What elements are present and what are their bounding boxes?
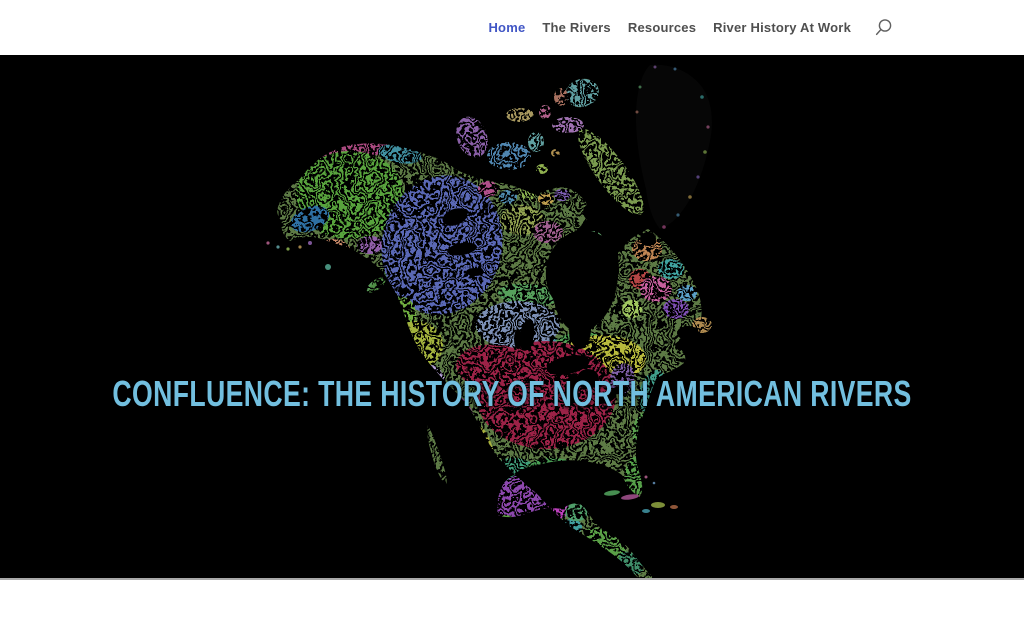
hero-title: CONFLUENCE: THE HISTORY OF NORTH AMERICA…: [112, 373, 911, 415]
nav-item-resources[interactable]: Resources: [628, 20, 696, 35]
site-header: Home The Rivers Resources River History …: [0, 0, 1024, 55]
river-basins-map: [250, 57, 770, 578]
search-icon: [874, 18, 893, 37]
nav-item-river-history-at-work[interactable]: River History At Work: [713, 20, 851, 35]
search-button[interactable]: [872, 17, 894, 39]
page: Home The Rivers Resources River History …: [0, 0, 1024, 618]
nav-item-the-rivers[interactable]: The Rivers: [542, 20, 610, 35]
greenland: [636, 65, 712, 229]
main-nav: Home The Rivers Resources River History …: [488, 0, 894, 55]
nav-item-home[interactable]: Home: [488, 20, 525, 35]
hero-section: CONFLUENCE: THE HISTORY OF NORTH AMERICA…: [0, 55, 1024, 580]
footer-strip: [0, 580, 1024, 618]
